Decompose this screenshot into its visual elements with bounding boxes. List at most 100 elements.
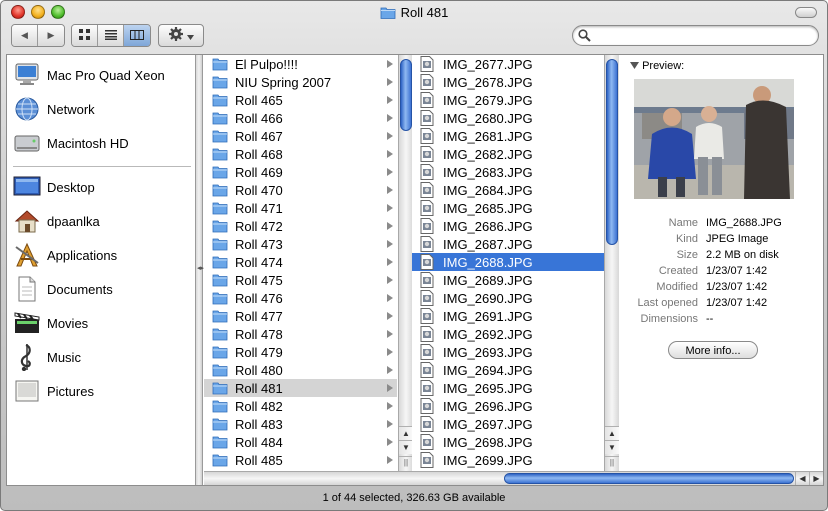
applications-icon [11,240,43,270]
sidebar-divider [13,166,191,168]
file-row[interactable]: IMG_2694.JPG [412,361,604,379]
file-row[interactable]: IMG_2677.JPG [412,55,604,73]
disclosure-arrow-icon [387,78,393,86]
file-row[interactable]: IMG_2692.JPG [412,325,604,343]
jpeg-file-icon [420,416,438,432]
folder-row[interactable]: Roll 483 [204,415,397,433]
horizontal-scroll-thumb[interactable] [504,473,794,484]
folder-row[interactable]: Roll 469 [204,163,397,181]
sidebar-item-network[interactable]: Network [11,93,193,125]
sidebar-item-music[interactable]: Music [11,341,193,373]
file-row[interactable]: IMG_2697.JPG [412,415,604,433]
file-row[interactable]: IMG_2696.JPG [412,397,604,415]
file-column-scrollbar[interactable]: ▲ ▼ || [604,55,619,471]
file-row[interactable]: IMG_2683.JPG [412,163,604,181]
file-row[interactable]: IMG_2693.JPG [412,343,604,361]
folder-row[interactable]: Roll 477 [204,307,397,325]
disclosure-arrow-icon [387,222,393,230]
info-key: Modified [656,281,698,293]
folder-row[interactable]: Roll 478 [204,325,397,343]
column-resize-grip[interactable]: || [605,456,619,468]
folder-row[interactable]: Roll 475 [204,271,397,289]
folder-row[interactable]: Roll 484 [204,433,397,451]
folder-row[interactable]: Roll 476 [204,289,397,307]
folder-row[interactable]: El Pulpo!!!! [204,55,397,73]
column-view-button[interactable] [124,25,150,46]
file-row[interactable]: IMG_2682.JPG [412,145,604,163]
folder-row[interactable]: Roll 473 [204,235,397,253]
view-mode-control [71,24,151,47]
action-menu-button[interactable] [158,24,204,47]
file-row[interactable]: IMG_2691.JPG [412,307,604,325]
scroll-up-arrow[interactable]: ▲ [605,426,619,440]
sidebar-item-movies[interactable]: Movies [11,307,193,339]
folder-row[interactable]: Roll 472 [204,217,397,235]
file-row[interactable]: IMG_2688.JPG [412,253,604,271]
file-row[interactable]: IMG_2684.JPG [412,181,604,199]
list-view-button[interactable] [98,25,124,46]
folder-row[interactable]: NIU Spring 2007 [204,73,397,91]
more-info-button[interactable]: More info... [668,341,758,359]
folder-row[interactable]: Roll 470 [204,181,397,199]
file-row[interactable]: IMG_2698.JPG [412,433,604,451]
folder-icon [212,416,230,432]
folder-row[interactable]: Roll 468 [204,145,397,163]
home-icon [11,206,43,236]
disclosure-arrow-icon [387,420,393,428]
folder-row[interactable]: Roll 474 [204,253,397,271]
disclosure-arrow-icon [387,240,393,248]
preview-label[interactable]: Preview: [630,60,684,72]
file-row[interactable]: IMG_2699.JPG [412,451,604,469]
forward-button[interactable]: ▶ [38,25,64,46]
file-row[interactable]: IMG_2687.JPG [412,235,604,253]
folder-row[interactable]: Roll 482 [204,397,397,415]
title-bar[interactable]: Roll 481 [1,1,827,23]
file-row-label: IMG_2694.JPG [443,362,533,378]
file-row[interactable]: IMG_2689.JPG [412,271,604,289]
file-row[interactable]: IMG_2678.JPG [412,73,604,91]
scroll-down-arrow[interactable]: ▼ [399,440,413,454]
sidebar-item-documents[interactable]: Documents [11,273,193,305]
sidebar-splitter[interactable]: ◂▸ [195,55,204,485]
scroll-left-arrow[interactable]: ◀ [795,472,809,485]
back-button[interactable]: ◀ [12,25,38,46]
scroll-up-arrow[interactable]: ▲ [399,426,413,440]
folder-column-scroll-thumb[interactable] [400,59,412,131]
folder-column-scrollbar[interactable]: ▲ ▼ || [398,55,413,471]
file-row[interactable]: IMG_2679.JPG [412,91,604,109]
folder-icon [212,254,230,270]
folder-row[interactable]: Roll 480 [204,361,397,379]
folder-row[interactable]: Roll 465 [204,91,397,109]
scroll-down-arrow[interactable]: ▼ [605,440,619,454]
file-row[interactable]: IMG_2680.JPG [412,109,604,127]
folder-icon [212,74,230,90]
preview-pane: Preview: Name IMG_2688.JPG Kind JPEG Ima… [620,55,823,471]
file-column-scroll-thumb[interactable] [606,59,618,245]
folder-row[interactable]: Roll 481 [204,379,397,397]
sidebar-item-applications[interactable]: Applications [11,239,193,271]
sidebar-item-desktop[interactable]: Desktop [11,171,193,203]
folder-row[interactable]: Roll 471 [204,199,397,217]
file-row[interactable]: IMG_2681.JPG [412,127,604,145]
file-row[interactable]: IMG_2686.JPG [412,217,604,235]
sidebar-item-dpaanlka[interactable]: dpaanlka [11,205,193,237]
file-row[interactable]: IMG_2690.JPG [412,289,604,307]
icon-view-button[interactable] [72,25,98,46]
column-resize-grip[interactable]: || [399,456,413,468]
search-input[interactable] [595,28,810,43]
search-field[interactable] [572,25,819,46]
sidebar-item-pictures[interactable]: Pictures [11,375,193,407]
disclosure-arrow-icon [387,204,393,212]
window-title: Roll 481 [1,5,827,22]
horizontal-scrollbar[interactable]: ◀ ▶ [204,471,823,485]
scroll-right-arrow[interactable]: ▶ [809,472,823,485]
sidebar-item-macintosh-hd[interactable]: Macintosh HD [11,127,193,159]
toolbar-toggle-button[interactable] [795,7,817,18]
sidebar-item-mac-pro-quad-xeon[interactable]: Mac Pro Quad Xeon [11,59,193,91]
file-row[interactable]: IMG_2695.JPG [412,379,604,397]
folder-row[interactable]: Roll 485 [204,451,397,469]
folder-row[interactable]: Roll 466 [204,109,397,127]
folder-row[interactable]: Roll 479 [204,343,397,361]
file-row[interactable]: IMG_2685.JPG [412,199,604,217]
folder-row[interactable]: Roll 467 [204,127,397,145]
